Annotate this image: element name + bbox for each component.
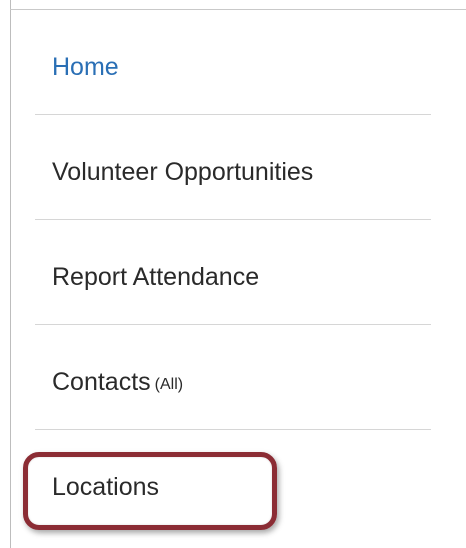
nav-link-contacts[interactable]: Contacts — [52, 368, 151, 396]
nav-link-home[interactable]: Home — [52, 52, 119, 82]
nav-link-locations[interactable]: Locations — [52, 472, 159, 502]
nav-item-report-attendance[interactable]: Report Attendance — [35, 220, 431, 325]
nav-item-volunteer-opportunities[interactable]: Volunteer Opportunities — [35, 115, 431, 220]
nav-item-home[interactable]: Home — [35, 10, 431, 115]
panel-left-border — [10, 0, 11, 548]
nav-link-contacts-all[interactable]: (All) — [155, 376, 183, 393]
nav-link-contacts-wrap[interactable]: Contacts (All) — [52, 367, 183, 401]
nav-menu: Home Volunteer Opportunities Report Atte… — [35, 10, 431, 535]
nav-item-contacts[interactable]: Contacts (All) — [35, 325, 431, 430]
navigation-panel: Home Volunteer Opportunities Report Atte… — [0, 0, 466, 548]
nav-link-volunteer-opportunities[interactable]: Volunteer Opportunities — [52, 157, 313, 187]
nav-link-report-attendance[interactable]: Report Attendance — [52, 262, 259, 292]
nav-item-locations[interactable]: Locations — [35, 430, 431, 535]
